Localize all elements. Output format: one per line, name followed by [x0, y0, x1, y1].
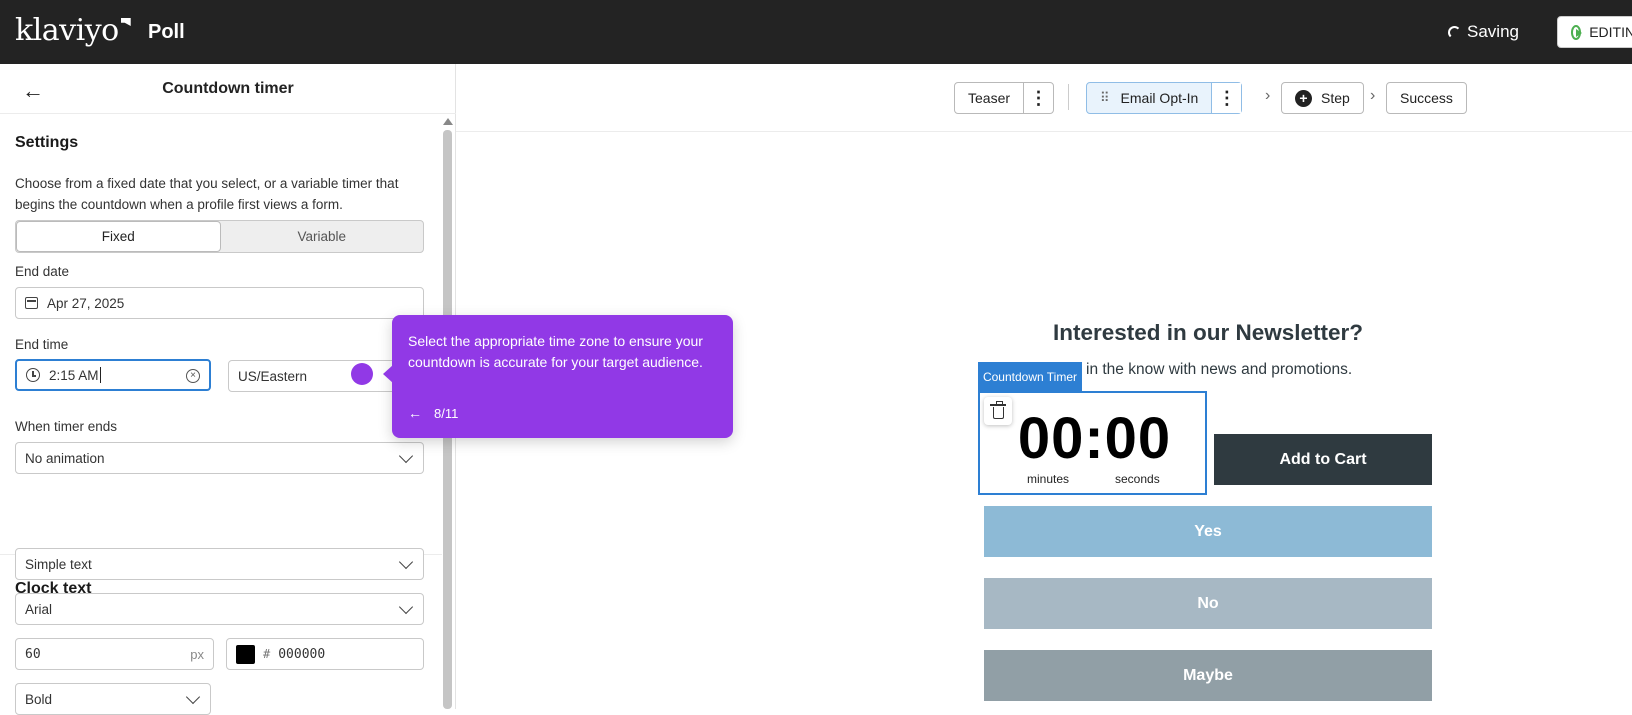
timer-ends-label: When timer ends	[15, 419, 118, 434]
step-bar: Teaser ⋮ ⠿ Email Opt-In ⋮ › + Step › Succe…	[456, 64, 1632, 132]
font-size-unit: px	[190, 647, 204, 662]
mode-variable-option[interactable]: Variable	[221, 221, 424, 252]
text-cursor	[99, 367, 101, 383]
end-time-field[interactable]: 2:15 AM ×	[15, 359, 211, 391]
seconds-label: seconds	[1115, 472, 1160, 486]
teaser-label[interactable]: Teaser	[955, 83, 1023, 113]
save-status: Saving	[1448, 22, 1519, 42]
guide-hotspot[interactable]	[351, 363, 373, 385]
chevron-right-icon: ›	[1265, 87, 1271, 104]
settings-description: Choose from a fixed date that you select…	[15, 176, 399, 212]
end-date-label: End date	[15, 264, 70, 279]
end-time-value: 2:15 AM	[49, 367, 99, 383]
logo-flag-icon	[120, 18, 131, 26]
font-size-input[interactable]: 60 px	[15, 638, 214, 670]
font-weight-select[interactable]: Bold	[15, 683, 211, 715]
tooltip-text: Select the appropriate time zone to ensu…	[408, 333, 703, 370]
success-step[interactable]: Success	[1386, 82, 1467, 114]
clock-icon	[26, 368, 40, 382]
success-label[interactable]: Success	[1387, 83, 1466, 113]
font-weight-value: Bold	[25, 691, 53, 707]
color-swatch[interactable]	[236, 644, 255, 664]
add-step-part[interactable]: + Step	[1282, 83, 1363, 113]
teaser-step[interactable]: Teaser ⋮	[954, 82, 1055, 114]
klaviyo-logo[interactable]: klaviyo	[15, 13, 131, 48]
email-optin-step[interactable]: ⠿ Email Opt-In ⋮	[1086, 82, 1243, 114]
back-arrow-icon[interactable]: ←	[408, 405, 422, 421]
color-value: 000000	[278, 646, 326, 662]
timer-mode-toggle: Fixed Variable	[15, 220, 424, 253]
font-size-value: 60	[25, 646, 41, 662]
settings-heading: Settings	[15, 134, 79, 151]
drag-handle-icon[interactable]: ⠿	[1100, 90, 1109, 106]
kebab-menu-icon[interactable]: ⋮	[1211, 83, 1242, 113]
hash-prefix: #	[263, 647, 271, 661]
add-step-label: Step	[1321, 90, 1350, 106]
chevron-down-icon	[398, 599, 414, 615]
clear-icon[interactable]: ×	[186, 369, 200, 383]
minutes-label: minutes	[1027, 472, 1070, 486]
spinner-icon	[1448, 25, 1461, 39]
font-value: Arial	[25, 601, 53, 617]
chevron-down-icon	[185, 689, 201, 705]
countdown-timer-tag: Countdown Timer	[978, 362, 1082, 391]
tooltip-progress: 8/11	[434, 405, 459, 421]
form-name[interactable]: Poll	[148, 21, 185, 44]
option-no-button[interactable]: No	[984, 578, 1432, 629]
countdown-timer-block[interactable]: 00:00 minutes seconds	[978, 391, 1207, 495]
email-optin-label: Email Opt-In	[1120, 90, 1199, 106]
kebab-menu-icon[interactable]: ⋮	[1023, 83, 1053, 113]
tooltip-footer: ← 8/11	[408, 405, 458, 421]
panel-header: ← Countdown timer	[0, 64, 456, 114]
end-time-label: End time	[15, 337, 69, 352]
timer-ends-value: No animation	[25, 450, 105, 466]
form-heading[interactable]: Interested in our Newsletter?	[984, 320, 1432, 346]
timer-digits: 00:00	[1017, 406, 1172, 471]
add-to-cart-button[interactable]: Add to Cart	[1214, 434, 1432, 485]
editing-button[interactable]: EDITING	[1557, 16, 1632, 48]
settings-panel: ← Countdown timer Settings Choose from a…	[0, 64, 456, 715]
step-separator	[1068, 84, 1069, 110]
option-yes-button[interactable]: Yes	[984, 506, 1432, 557]
guide-tooltip: Select the appropriate time zone to ensu…	[383, 315, 733, 438]
chevron-down-icon	[398, 448, 414, 464]
mode-fixed-option[interactable]: Fixed	[16, 221, 221, 252]
top-bar: klaviyo Poll Saving EDITING	[0, 0, 1632, 64]
panel-title: Countdown timer	[162, 80, 294, 97]
end-date-value: Apr 27, 2025	[47, 295, 125, 311]
text-style-value: Simple text	[25, 556, 92, 572]
option-maybe-button[interactable]: Maybe	[984, 650, 1432, 701]
chevron-down-icon	[398, 554, 414, 570]
chevron-right-icon: ›	[1370, 87, 1376, 104]
play-icon	[1571, 24, 1583, 40]
calendar-icon	[25, 297, 38, 309]
logo-text: klaviyo	[15, 13, 119, 48]
timer-ends-select[interactable]: No animation	[15, 442, 424, 474]
timezone-value: US/Eastern	[238, 368, 308, 384]
editing-label: EDITING	[1589, 24, 1632, 40]
font-select[interactable]: Arial	[15, 593, 424, 625]
plus-icon: +	[1295, 89, 1312, 107]
scroll-up-arrow-icon[interactable]	[443, 118, 453, 125]
save-status-text: Saving	[1467, 22, 1519, 41]
form-subheading[interactable]: in the know with news and promotions.	[1086, 361, 1352, 379]
color-input[interactable]: # 000000	[226, 638, 424, 670]
text-style-select[interactable]: Simple text	[15, 548, 424, 580]
add-step-button[interactable]: + Step	[1281, 82, 1364, 114]
email-optin-part[interactable]: ⠿ Email Opt-In	[1087, 83, 1211, 113]
end-date-field[interactable]: Apr 27, 2025	[15, 287, 424, 319]
